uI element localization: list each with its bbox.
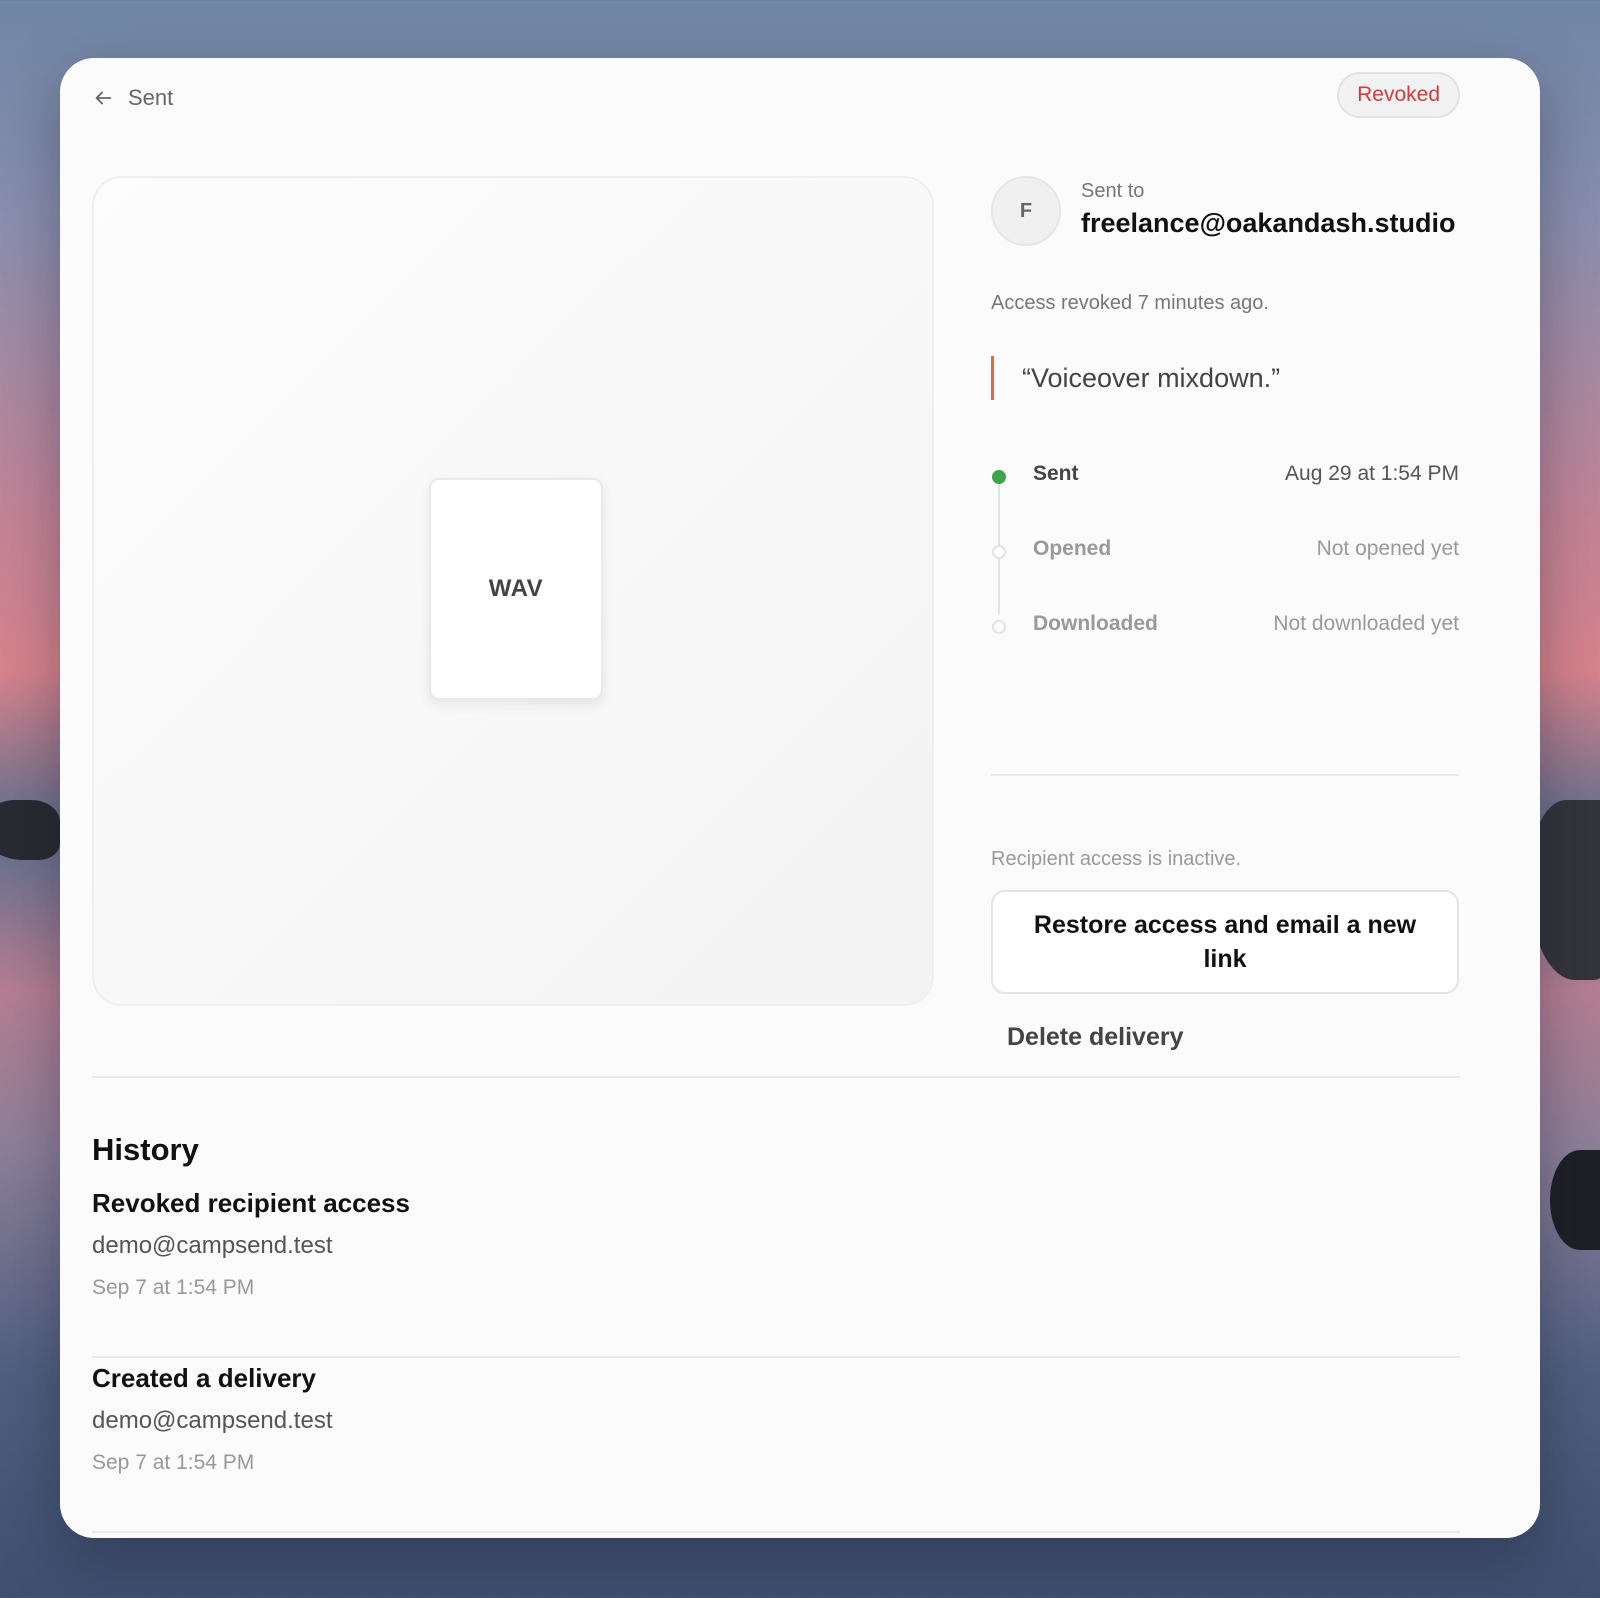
divider [92,1076,1460,1078]
access-note: Access revoked 7 minutes ago. [991,292,1269,314]
timeline-value: Not downloaded yet [1273,612,1459,635]
sent-to-label: Sent to [1081,180,1145,202]
history-time: Sep 7 at 1:54 PM [92,1276,255,1299]
back-label: Sent [128,85,174,110]
history-title: History [92,1132,199,1167]
timeline-label: Downloaded [1033,612,1158,635]
back-button[interactable]: Sent [92,78,173,118]
timeline-label: Sent [1033,462,1079,485]
recipient-email: freelance@oakandash.studio [1081,208,1456,238]
history-time: Sep 7 at 1:54 PM [92,1451,255,1474]
history-user: demo@campsend.test [92,1232,333,1259]
delivery-timeline: Sent Aug 29 at 1:54 PM Opened Not opened… [991,456,1459,635]
top-bar: Sent Revoked [92,72,1460,138]
timeline-item-sent: Sent Aug 29 at 1:54 PM [991,456,1459,496]
file-type-card: WAV [429,478,603,700]
recipient-block: F Sent to freelance@oakandash.studio [991,176,1459,246]
timeline-value: Aug 29 at 1:54 PM [1285,462,1459,485]
background-rock [1530,800,1600,980]
divider [991,774,1459,776]
timeline-item-opened: Opened Not opened yet [991,531,1459,571]
status-dot-icon [992,470,1006,484]
divider [92,1531,1460,1533]
avatar: F [991,176,1061,246]
restore-access-button[interactable]: Restore access and email a new link [991,890,1459,994]
history-action: Created a delivery [92,1363,317,1393]
history-action: Revoked recipient access [92,1188,410,1218]
history-item: Created a delivery demo@campsend.test Se… [92,1363,1460,1533]
background-rock [0,800,60,860]
timeline-label: Opened [1033,537,1112,560]
access-status: Recipient access is inactive. [991,848,1242,870]
arrow-left-icon [95,91,112,105]
history-item: Revoked recipient access demo@campsend.t… [92,1188,1460,1358]
file-preview: WAV [92,176,934,1006]
divider [92,1356,1460,1358]
timeline-item-downloaded: Downloaded Not downloaded yet [991,606,1459,646]
status-badge: Revoked [1337,72,1460,118]
message-quote: “Voiceover mixdown.” [991,356,1459,400]
status-dot-icon [992,545,1006,559]
delivery-detail-panel: Sent Revoked WAV F Sent to freelance@oak… [60,58,1540,1538]
background-rock [1550,1150,1600,1250]
status-dot-icon [992,620,1006,634]
delivery-sidebar: F Sent to freelance@oakandash.studio Acc… [991,176,1459,1051]
delete-delivery-button[interactable]: Delete delivery [991,1012,1200,1062]
history-user: demo@campsend.test [92,1407,333,1434]
timeline-value: Not opened yet [1316,537,1459,560]
